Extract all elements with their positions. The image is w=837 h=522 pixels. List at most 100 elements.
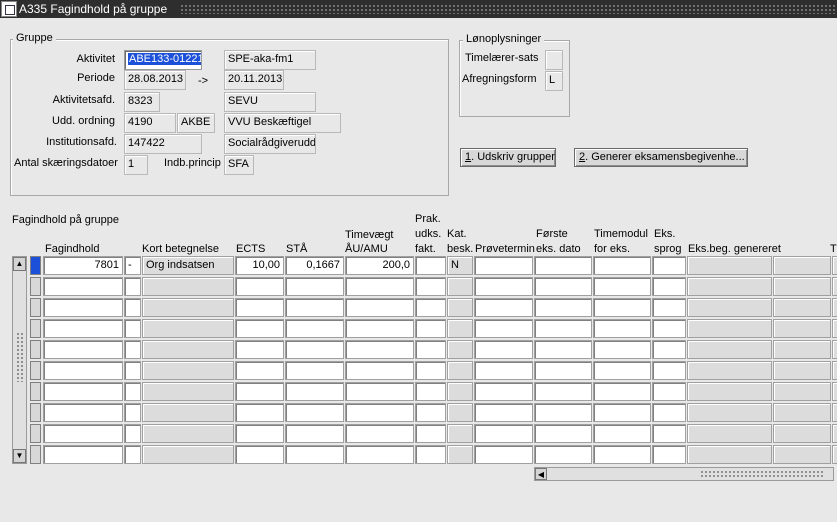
aktivitet-navn-field[interactable]: SPE-aka-fm1 <box>224 50 316 70</box>
scroll-left-icon[interactable]: ◀ <box>535 468 547 480</box>
udd-kode-field[interactable]: AKBE <box>177 113 215 133</box>
empty-cell[interactable] <box>773 361 831 380</box>
empty-cell[interactable] <box>43 445 123 464</box>
empty-cell[interactable] <box>832 277 837 296</box>
empty-cell[interactable] <box>447 382 473 401</box>
generer-eksamensbegivenhed-button[interactable]: 2. Generer eksamensbegivenhe... <box>574 148 748 167</box>
empty-cell[interactable] <box>474 445 533 464</box>
empty-cell[interactable] <box>345 277 414 296</box>
empty-cell[interactable] <box>43 424 123 443</box>
empty-cell[interactable] <box>142 277 234 296</box>
aktivitetsafd-navn-field[interactable]: SEVU <box>224 92 316 112</box>
empty-cell[interactable] <box>285 277 344 296</box>
empty-cell[interactable] <box>593 340 651 359</box>
empty-cell[interactable] <box>652 340 686 359</box>
indb-field[interactable]: SFA <box>224 155 254 175</box>
empty-cell[interactable] <box>652 298 686 317</box>
empty-cell[interactable] <box>534 298 592 317</box>
empty-cell[interactable] <box>474 403 533 422</box>
empty-cell[interactable] <box>687 424 772 443</box>
extra-cell[interactable] <box>832 256 837 275</box>
record-indicator[interactable] <box>30 340 41 359</box>
empty-cell[interactable] <box>124 403 141 422</box>
empty-cell[interactable] <box>534 382 592 401</box>
kat-cell[interactable]: N <box>447 256 473 275</box>
empty-cell[interactable] <box>593 277 651 296</box>
empty-cell[interactable] <box>124 298 141 317</box>
empty-cell[interactable] <box>345 361 414 380</box>
empty-cell[interactable] <box>773 424 831 443</box>
empty-cell[interactable] <box>687 445 772 464</box>
empty-cell[interactable] <box>593 361 651 380</box>
empty-cell[interactable] <box>652 277 686 296</box>
udskriv-grupper-button[interactable]: 1. Udskriv grupper <box>460 148 556 167</box>
empty-cell[interactable] <box>235 298 284 317</box>
empty-cell[interactable] <box>447 361 473 380</box>
provetermin-cell[interactable] <box>474 256 533 275</box>
empty-cell[interactable] <box>142 445 234 464</box>
empty-cell[interactable] <box>832 403 837 422</box>
empty-cell[interactable] <box>345 340 414 359</box>
empty-cell[interactable] <box>687 298 772 317</box>
empty-cell[interactable] <box>415 298 446 317</box>
extra-cell[interactable] <box>773 256 831 275</box>
empty-cell[interactable] <box>534 361 592 380</box>
empty-cell[interactable] <box>687 403 772 422</box>
empty-cell[interactable] <box>415 277 446 296</box>
empty-cell[interactable] <box>773 340 831 359</box>
record-indicator[interactable] <box>30 424 41 443</box>
empty-cell[interactable] <box>415 340 446 359</box>
empty-cell[interactable] <box>142 403 234 422</box>
prak-cell[interactable] <box>415 256 446 275</box>
sta-cell[interactable]: 0,1667 <box>285 256 344 275</box>
empty-cell[interactable] <box>447 403 473 422</box>
record-indicator[interactable] <box>30 445 41 464</box>
empty-cell[interactable] <box>285 382 344 401</box>
empty-cell[interactable] <box>773 403 831 422</box>
aktivitet-field[interactable]: ABE133-01221 <box>124 50 202 70</box>
empty-cell[interactable] <box>345 382 414 401</box>
empty-cell[interactable] <box>474 424 533 443</box>
empty-cell[interactable] <box>235 403 284 422</box>
empty-cell[interactable] <box>124 424 141 443</box>
empty-cell[interactable] <box>43 361 123 380</box>
inst-navn-field[interactable]: Socialrådgiverudd <box>224 134 316 154</box>
empty-cell[interactable] <box>832 382 837 401</box>
empty-cell[interactable] <box>43 319 123 338</box>
eks-cell[interactable] <box>652 256 686 275</box>
record-indicator[interactable] <box>30 382 41 401</box>
empty-cell[interactable] <box>534 424 592 443</box>
empty-cell[interactable] <box>285 298 344 317</box>
empty-cell[interactable] <box>474 277 533 296</box>
record-indicator[interactable] <box>30 298 41 317</box>
empty-cell[interactable] <box>235 445 284 464</box>
empty-cell[interactable] <box>687 319 772 338</box>
empty-cell[interactable] <box>832 298 837 317</box>
empty-cell[interactable] <box>43 277 123 296</box>
empty-cell[interactable] <box>474 382 533 401</box>
empty-cell[interactable] <box>652 319 686 338</box>
empty-cell[interactable] <box>124 361 141 380</box>
hscroll-grip[interactable] <box>700 470 825 478</box>
empty-cell[interactable] <box>447 298 473 317</box>
empty-cell[interactable] <box>652 445 686 464</box>
empty-cell[interactable] <box>142 319 234 338</box>
empty-cell[interactable] <box>447 424 473 443</box>
empty-cell[interactable] <box>474 298 533 317</box>
empty-cell[interactable] <box>652 361 686 380</box>
empty-cell[interactable] <box>652 424 686 443</box>
empty-cell[interactable] <box>474 319 533 338</box>
empty-cell[interactable] <box>832 340 837 359</box>
empty-cell[interactable] <box>652 382 686 401</box>
empty-cell[interactable] <box>534 319 592 338</box>
empty-cell[interactable] <box>773 382 831 401</box>
empty-cell[interactable] <box>534 340 592 359</box>
record-indicator[interactable] <box>30 277 41 296</box>
empty-cell[interactable] <box>534 445 592 464</box>
empty-cell[interactable] <box>124 445 141 464</box>
empty-cell[interactable] <box>832 424 837 443</box>
empty-cell[interactable] <box>235 277 284 296</box>
empty-cell[interactable] <box>687 382 772 401</box>
record-indicator[interactable] <box>30 361 41 380</box>
empty-cell[interactable] <box>687 277 772 296</box>
